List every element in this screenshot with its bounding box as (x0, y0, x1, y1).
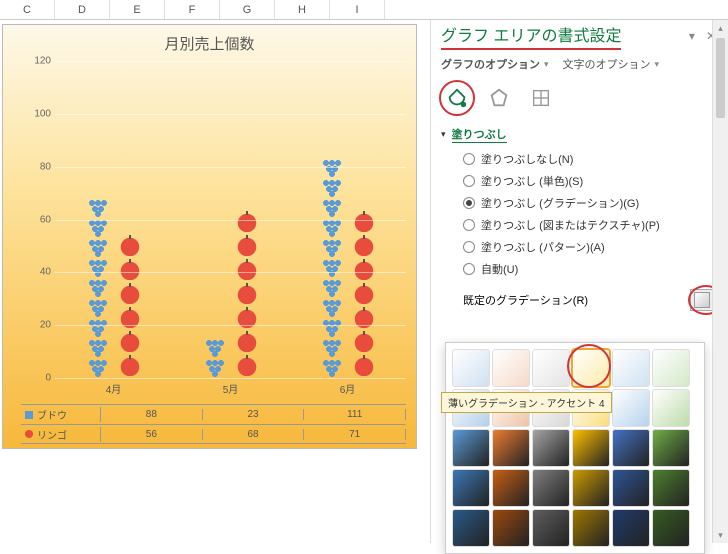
effects-icon[interactable] (483, 82, 515, 114)
spreadsheet-column-headers: C D E F G H I (0, 0, 728, 20)
fill-radio-option[interactable]: 塗りつぶし (単色)(S) (463, 173, 720, 189)
fill-radio-option[interactable]: 塗りつぶし (グラデーション)(G) (463, 195, 720, 211)
radio-icon[interactable] (463, 241, 475, 253)
col-header: G (220, 0, 275, 19)
radio-icon[interactable] (463, 153, 475, 165)
chart-area[interactable]: 月別売上個数 020406080100120 4月5月6月 ブドウ 88 23 … (2, 24, 417, 449)
y-axis: 020406080100120 (25, 61, 53, 378)
gradient-swatch[interactable] (652, 349, 690, 387)
gradient-swatch[interactable] (652, 389, 690, 427)
gradient-swatch[interactable] (492, 509, 530, 547)
scroll-up-icon[interactable]: ▴ (713, 20, 728, 36)
gradient-swatch[interactable] (612, 509, 650, 547)
col-header: H (275, 0, 330, 19)
pane-dropdown-icon[interactable]: ▾ (685, 29, 699, 43)
size-properties-icon[interactable] (525, 82, 557, 114)
chart-options-tab[interactable]: グラフのオプション (441, 56, 549, 72)
gradient-swatch[interactable] (572, 469, 610, 507)
radio-icon[interactable] (463, 175, 475, 187)
col-header: C (0, 0, 55, 19)
annotation-circle (439, 80, 475, 116)
col-header: F (165, 0, 220, 19)
fill-radio-option[interactable]: 塗りつぶしなし(N) (463, 151, 720, 167)
gradient-swatch[interactable] (452, 429, 490, 467)
grape-bar[interactable] (319, 158, 345, 378)
gradient-swatch[interactable] (652, 469, 690, 507)
gradient-swatch[interactable] (532, 469, 570, 507)
gradient-swatch[interactable] (492, 469, 530, 507)
pane-title: グラフ エリアの書式設定 (441, 22, 621, 50)
apple-bar[interactable] (234, 210, 260, 378)
chart-title[interactable]: 月別売上個数 (3, 25, 416, 58)
format-chart-area-pane: グラフ エリアの書式設定 ▾ ✕ グラフのオプション 文字のオプション (430, 20, 728, 543)
preset-gradients-label: 既定のグラデーション(R) (463, 292, 588, 308)
gradient-swatch[interactable] (612, 349, 650, 387)
fill-radio-option[interactable]: 塗りつぶし (パターン)(A) (463, 239, 720, 255)
grape-bar[interactable] (202, 338, 228, 378)
gradient-swatch[interactable] (492, 429, 530, 467)
chevron-down-icon[interactable]: ▾ (441, 129, 446, 140)
gradient-swatch[interactable] (612, 469, 650, 507)
fill-line-icon[interactable] (441, 82, 473, 114)
gradient-tooltip: 薄いグラデーション - アクセント 4 (441, 392, 612, 413)
legend-apple: リンゴ (21, 427, 101, 442)
gradient-swatch[interactable] (452, 469, 490, 507)
gradient-swatch[interactable] (452, 509, 490, 547)
gradient-swatch[interactable] (612, 429, 650, 467)
scroll-down-icon[interactable]: ▾ (713, 527, 728, 543)
table-row: リンゴ 56 68 71 (21, 424, 406, 444)
apple-bar[interactable] (351, 210, 377, 378)
gradient-swatch[interactable] (532, 509, 570, 547)
gradient-swatch[interactable] (572, 509, 610, 547)
grape-icon (25, 411, 33, 419)
radio-icon[interactable] (463, 197, 475, 209)
gradient-swatch[interactable] (492, 349, 530, 387)
table-row: ブドウ 88 23 111 (21, 404, 406, 424)
chart-data-table: ブドウ 88 23 111 リンゴ 56 68 71 (21, 404, 406, 444)
gradient-swatch[interactable] (652, 509, 690, 547)
fill-radio-option[interactable]: 塗りつぶし (図またはテクスチャ)(P) (463, 217, 720, 233)
fill-section-title[interactable]: 塗りつぶし (452, 126, 507, 143)
col-header: E (110, 0, 165, 19)
scrollbar-thumb[interactable] (716, 38, 725, 118)
gradient-swatch[interactable] (532, 429, 570, 467)
radio-icon[interactable] (463, 219, 475, 231)
plot-area[interactable]: 020406080100120 4月5月6月 (25, 61, 406, 378)
radio-icon[interactable] (463, 263, 475, 275)
apple-bar[interactable] (117, 234, 143, 378)
col-header: D (55, 0, 110, 19)
gradient-swatch[interactable] (612, 389, 650, 427)
col-header: I (330, 0, 385, 19)
x-axis-labels: 4月5月6月 (55, 381, 406, 396)
fill-radio-option[interactable]: 自動(U) (463, 261, 720, 277)
text-options-tab[interactable]: 文字のオプション (563, 56, 660, 72)
annotation-circle (567, 344, 611, 388)
pane-scrollbar[interactable]: ▴ ▾ (712, 20, 728, 543)
apple-icon (25, 430, 33, 438)
gradient-swatch[interactable] (652, 429, 690, 467)
grape-bar[interactable] (85, 198, 111, 378)
gradient-swatch[interactable] (532, 349, 570, 387)
gradient-swatch[interactable] (452, 349, 490, 387)
legend-grape: ブドウ (21, 407, 101, 422)
gradient-swatch[interactable] (572, 429, 610, 467)
